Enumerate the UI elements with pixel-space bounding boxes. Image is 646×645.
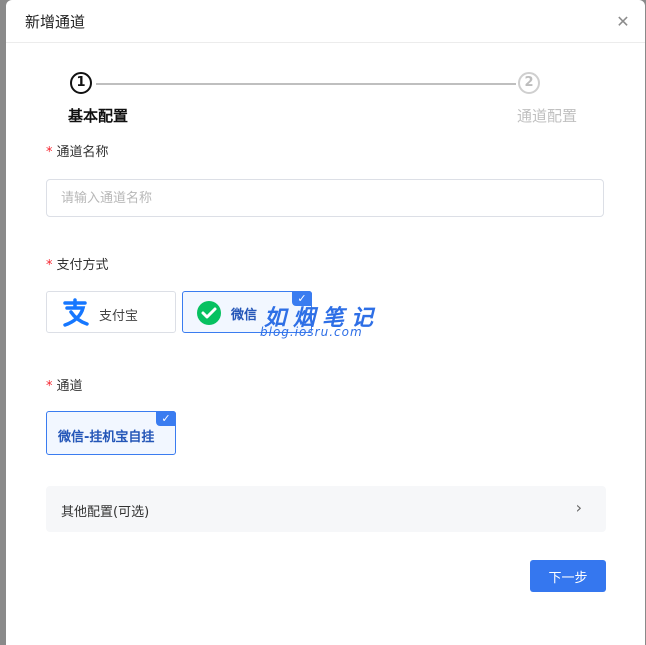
payment-option-label: 微信 xyxy=(231,308,258,323)
add-channel-dialog: 新增通道 ✕ 1 2 基本配置 通道配置 *通道名称 *支付方式 支付宝 微信 … xyxy=(6,0,645,645)
checkmark-icon: ✓ xyxy=(156,411,176,426)
dialog-header: 新增通道 ✕ xyxy=(6,0,645,43)
close-icon[interactable]: ✕ xyxy=(615,14,631,30)
step-connector xyxy=(96,83,516,85)
channel-name-label: * 通道名称 xyxy=(46,145,109,160)
required-mark: * xyxy=(46,145,53,160)
dialog-title: 新增通道 xyxy=(25,13,86,31)
other-config-collapse[interactable]: 其他配置(可选) › xyxy=(46,486,606,532)
channel-option[interactable]: 微信-挂机宝自挂 ✓ xyxy=(46,411,176,455)
wechat-pay-icon xyxy=(197,301,221,325)
watermark-url: blog.iosru.com xyxy=(260,325,363,339)
channel-label: * 通道 xyxy=(46,379,83,394)
other-config-label: 其他配置(可选) xyxy=(61,505,150,520)
payment-option-label: 支付宝 xyxy=(99,309,139,324)
next-button[interactable]: 下一步 xyxy=(530,560,606,592)
alipay-icon xyxy=(63,298,89,327)
payment-method-label: * 支付方式 xyxy=(46,258,109,273)
channel-option-label: 微信-挂机宝自挂 xyxy=(58,430,155,445)
channel-name-input[interactable] xyxy=(46,179,604,217)
step-1-label: 基本配置 xyxy=(68,107,129,125)
chevron-right-icon: › xyxy=(575,498,582,517)
step-2-label: 通道配置 xyxy=(517,107,578,125)
payment-option-alipay[interactable]: 支付宝 xyxy=(46,291,176,333)
required-mark: * xyxy=(46,379,53,394)
required-mark: * xyxy=(46,258,53,273)
steps: 1 2 基本配置 通道配置 xyxy=(6,72,645,132)
step-1-number: 1 xyxy=(70,72,92,94)
step-2-number: 2 xyxy=(518,72,540,94)
